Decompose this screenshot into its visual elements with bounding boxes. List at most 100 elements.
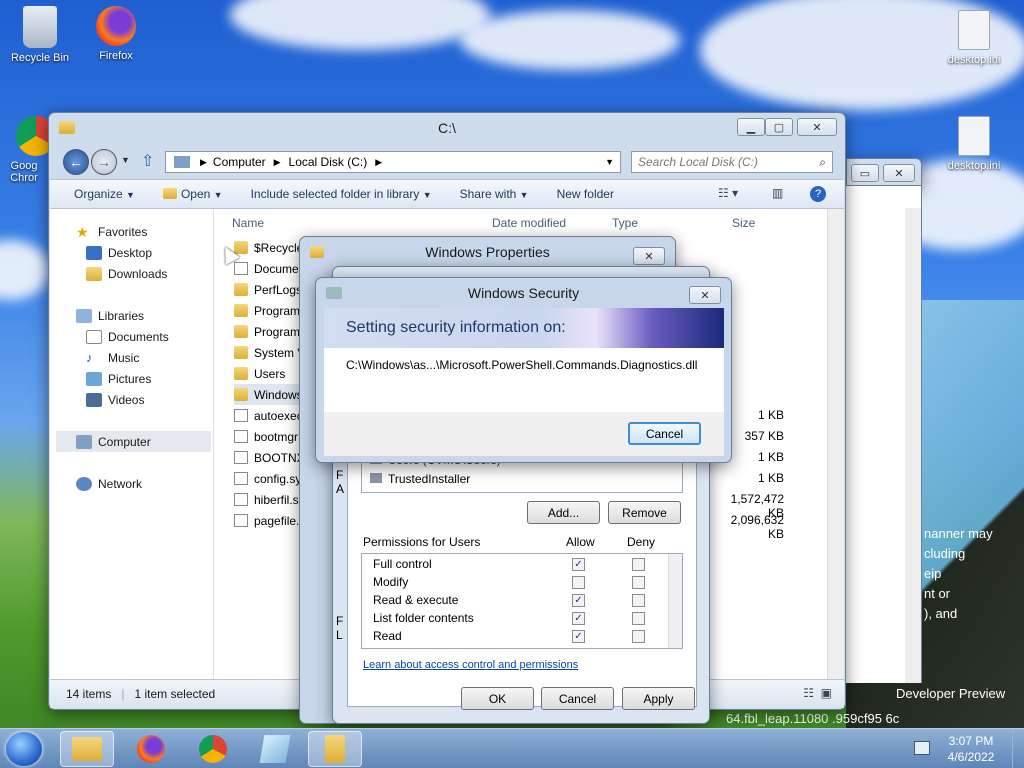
scrollbar[interactable] [668,554,682,648]
deny-checkbox[interactable] [632,558,645,571]
scrollbar[interactable] [827,209,844,679]
allow-checkbox[interactable]: ✓ [572,630,585,643]
include-in-library-button[interactable]: Include selected folder in library ▼ [251,187,432,201]
file-row[interactable]: Program [234,300,300,321]
file-name: PerfLogs [254,282,303,297]
file-row[interactable]: PerfLogs [234,279,302,300]
nav-pictures[interactable]: Pictures [50,368,213,389]
file-row[interactable]: autoexec [234,405,303,426]
minimize-button[interactable]: ▁ [737,118,765,136]
file-row[interactable]: bootmgr [234,426,298,447]
apply-button[interactable]: Apply [622,687,695,710]
file-row[interactable]: Users [234,363,285,384]
nav-favorites[interactable]: ★ Favorites [50,221,213,242]
close-button[interactable]: ✕ [689,286,721,304]
nav-videos[interactable]: Videos [50,389,213,410]
address-dropdown-icon[interactable]: ▼ [605,157,614,167]
taskbar-explorer-window[interactable] [308,731,362,767]
file-row[interactable]: Docume [234,258,299,279]
file-row[interactable]: BOOTNX [234,447,305,468]
videos-icon [86,392,102,407]
allow-checkbox[interactable] [572,576,585,589]
ok-button[interactable]: OK [461,687,534,710]
column-header-size[interactable]: Size [732,209,755,237]
file-row[interactable]: config.sy [234,468,301,489]
allow-checkbox[interactable]: ✓ [572,558,585,571]
close-button[interactable]: ✕ [797,118,837,136]
allow-checkbox[interactable]: ✓ [572,612,585,625]
back-button[interactable]: ← [63,149,89,175]
add-button[interactable]: Add... [527,501,600,524]
permission-row: Full control ✓ [362,554,682,572]
background-window-titlebar: ▭ ✕ [846,158,922,186]
preview-pane-icon[interactable]: ▥ [772,186,783,200]
show-desktop-button[interactable] [1012,729,1024,768]
breadcrumb-computer[interactable]: Computer [213,155,266,169]
cancel-button[interactable]: Cancel [541,687,614,710]
truncated-label: F [336,468,344,482]
cancel-button[interactable]: Cancel [628,422,701,445]
taskbar-firefox[interactable] [124,731,178,767]
minimize-button[interactable]: ▭ [851,164,879,182]
search-input[interactable]: Search Local Disk (C:) ⌕ [631,151,833,173]
file-row[interactable]: System V [234,342,305,363]
permission-name: Read [373,629,402,643]
share-with-button[interactable]: Share with ▼ [460,187,529,201]
nav-music[interactable]: ♪ Music [50,347,213,368]
deny-checkbox[interactable] [632,576,645,589]
taskbar-explorer[interactable] [60,731,114,767]
deny-checkbox[interactable] [632,594,645,607]
forward-button[interactable]: → [91,149,117,175]
up-arrow-icon[interactable]: ⇧ [141,151,154,171]
address-box[interactable]: ▶ Computer ▶ Local Disk (C:) ▶ ▼ [165,151,621,173]
desktop-icon-desktop-ini[interactable]: desktop.ini [934,116,1014,172]
taskbar-chrome[interactable] [186,731,240,767]
desktop-icon-recycle-bin[interactable]: Recycle Bin [0,6,80,64]
file-row[interactable]: $Recycle [234,237,303,258]
desktop-icon-desktop-ini[interactable]: desktop.ini [934,10,1014,66]
clock[interactable]: 3:07 PM 4/6/2022 [946,733,996,765]
start-button[interactable] [6,732,42,766]
downloads-icon [86,266,102,281]
allow-checkbox[interactable]: ✓ [572,594,585,607]
nav-downloads[interactable]: Downloads [50,263,213,284]
details-view-icon[interactable]: ☷ [803,686,814,700]
help-icon[interactable]: ? [810,186,826,202]
nav-libraries[interactable]: Libraries [50,305,213,326]
scrollbar[interactable] [905,208,921,683]
column-header-type[interactable]: Type [612,209,638,237]
access-control-link[interactable]: Learn about access control and permissio… [363,659,578,671]
nav-label: Favorites [98,224,148,239]
clock-time: 3:07 PM [948,734,994,748]
file-size: 2,096,632 KB [730,513,784,541]
nav-network[interactable]: Network [50,473,213,494]
file-row[interactable]: hiberfil.s [234,489,299,510]
view-options-icon[interactable]: ☷ ▾ [718,186,738,200]
deny-checkbox[interactable] [632,630,645,643]
taskbar-notepad[interactable] [248,731,302,767]
history-dropdown-icon[interactable]: ▼ [121,155,130,165]
nav-computer[interactable]: Computer [56,431,211,452]
column-header-name[interactable]: Name [232,209,264,237]
breadcrumb-local-disk[interactable]: Local Disk (C:) [289,155,368,169]
security-dialog: Windows Security ✕ Setting security info… [315,277,732,463]
new-folder-button[interactable]: New folder [557,187,614,201]
close-button[interactable]: ✕ [883,164,915,182]
large-icons-view-icon[interactable]: ▣ [821,686,832,700]
organize-button[interactable]: Organize ▼ [74,187,135,201]
desktop-icon-firefox[interactable]: Firefox [76,6,156,62]
deny-checkbox[interactable] [632,612,645,625]
nav-documents[interactable]: Documents [50,326,213,347]
search-icon[interactable]: ⌕ [819,155,826,170]
open-button[interactable]: Open ▼ [162,187,223,201]
column-header-date[interactable]: Date modified [492,209,566,237]
user-row[interactable]: TrustedInstaller [362,470,682,488]
network-status-icon[interactable] [914,741,930,755]
nav-desktop[interactable]: Desktop [50,242,213,263]
maximize-button[interactable]: ▢ [765,118,793,136]
desktop-icon-chrome[interactable]: Goog Chror [0,116,48,184]
remove-button[interactable]: Remove [608,501,681,524]
file-row[interactable]: Program [234,321,300,342]
file-row[interactable]: pagefile. [234,510,299,531]
close-button[interactable]: ✕ [633,247,665,265]
